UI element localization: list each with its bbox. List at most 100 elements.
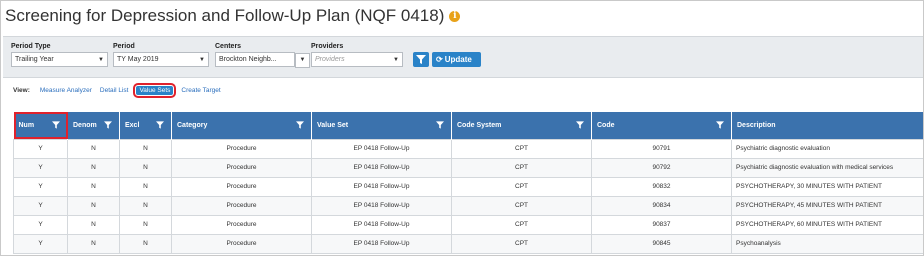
table-cell: EP 0418 Follow-Up (311, 233, 452, 254)
table-row[interactable]: Y N N Procedure EP 0418 Follow-Up CPT 90834 PSY… (13, 195, 923, 216)
table-cell: Procedure (171, 138, 312, 159)
table-cell: N (67, 138, 120, 159)
table-cell: Y (13, 138, 68, 159)
table-cell: CPT (451, 214, 592, 235)
table-cell: Psychoanalysis (731, 233, 923, 254)
table-row[interactable]: Y N N Procedure EP 0418 Follow-Up CPT 90837 PSY… (13, 214, 923, 235)
chevron-down-icon: ▼ (199, 57, 205, 63)
column-header-excl[interactable]: Excl (119, 112, 172, 139)
column-header-label: Value Set (317, 121, 349, 129)
column-header-label: Description (737, 121, 776, 129)
table-cell: N (119, 138, 172, 159)
refresh-icon: ⟳ (436, 55, 443, 64)
table-cell: Procedure (171, 176, 312, 197)
centers-value: Brockton Neighb... (219, 56, 277, 63)
column-header-label: Excl (125, 121, 140, 129)
update-label: Update (444, 55, 472, 64)
column-header-code-system[interactable]: Code System (451, 112, 592, 139)
table-row[interactable]: Y N N Procedure EP 0418 Follow-Up CPT 90832 PSY… (13, 176, 923, 197)
view-link-value-sets[interactable]: Value Sets (133, 82, 177, 98)
page-title: Screening for Depression and Follow-Up P… (5, 6, 445, 25)
table-cell: N (67, 157, 120, 178)
column-header-code[interactable]: Code (591, 112, 732, 139)
table-cell: Procedure (171, 233, 312, 254)
table-cell: N (119, 195, 172, 216)
table-cell: Procedure (171, 214, 312, 235)
chevron-down-icon: ▼ (98, 57, 104, 63)
column-header-value-set[interactable]: Value Set (311, 112, 452, 139)
table-row[interactable]: Y N N Procedure EP 0418 Follow-Up CPT 90792 Psy… (13, 157, 923, 178)
table-cell: Psychiatric diagnostic evaluation (731, 138, 923, 159)
table-body: Y N N Procedure EP 0418 Follow-Up CPT 90791 Psy… (13, 138, 923, 254)
table-cell: Y (13, 157, 68, 178)
table-cell: CPT (451, 176, 592, 197)
table-cell: N (67, 214, 120, 235)
column-header-label: Code System (457, 121, 502, 129)
funnel-icon[interactable] (716, 121, 724, 129)
table-cell: PSYCHOTHERAPY, 45 MINUTES WITH PATIENT (731, 195, 923, 216)
period-field: Period TY May 2019 ▼ (113, 42, 209, 67)
value-sets-table: Num Denom Excl Category Value Set Code System… (13, 112, 923, 254)
table-cell: CPT (451, 138, 592, 159)
column-header-num[interactable]: Num (13, 112, 68, 139)
funnel-icon[interactable] (436, 121, 444, 129)
funnel-icon[interactable] (296, 121, 304, 129)
funnel-icon[interactable] (52, 121, 60, 129)
table-cell: CPT (451, 233, 592, 254)
view-link-create-target[interactable]: Create Target (181, 87, 220, 94)
centers-field: Centers Brockton Neighb... ▼ (215, 42, 310, 68)
period-type-value: Trailing Year (15, 56, 54, 63)
table-cell: EP 0418 Follow-Up (311, 138, 452, 159)
providers-label: Providers (311, 43, 344, 50)
table-cell: EP 0418 Follow-Up (311, 214, 452, 235)
update-button[interactable]: ⟳ Update (432, 52, 481, 67)
funnel-icon[interactable] (156, 121, 164, 129)
chevron-down-icon: ▼ (393, 57, 399, 63)
view-switcher: View: Measure Analyzer Detail List Value… (13, 82, 229, 98)
table-cell: N (119, 233, 172, 254)
table-cell: EP 0418 Follow-Up (311, 195, 452, 216)
value-sets-table-container: Num Denom Excl Category Value Set Code System… (13, 112, 923, 254)
view-label: View: (13, 86, 30, 94)
table-cell: N (67, 176, 120, 197)
column-header-denom[interactable]: Denom (67, 112, 120, 139)
period-type-label: Period Type (11, 43, 51, 50)
period-select[interactable]: TY May 2019 ▼ (113, 52, 209, 67)
column-header-label: Denom (73, 121, 97, 129)
column-header-label: Code (597, 121, 615, 129)
funnel-icon[interactable] (576, 121, 584, 129)
view-link-measure-analyzer[interactable]: Measure Analyzer (40, 87, 92, 94)
filter-panel: Period Type Trailing Year ▼ Period TY Ma… (3, 36, 923, 78)
table-cell: N (67, 233, 120, 254)
table-cell: Y (13, 233, 68, 254)
table-cell: N (119, 157, 172, 178)
period-type-field: Period Type Trailing Year ▼ (11, 42, 108, 67)
table-cell: PSYCHOTHERAPY, 60 MINUTES WITH PATIENT (731, 214, 923, 235)
info-icon[interactable]: i (449, 10, 461, 22)
column-header-description[interactable]: Description (731, 112, 923, 139)
table-cell: Procedure (171, 195, 312, 216)
table-cell: Psychiatric diagnostic evaluation with m… (731, 157, 923, 178)
filter-button[interactable] (413, 52, 429, 67)
chevron-down-icon[interactable]: ▼ (295, 53, 310, 68)
funnel-icon[interactable] (104, 121, 112, 129)
centers-select[interactable]: Brockton Neighb... ▼ (215, 52, 310, 68)
column-header-category[interactable]: Category (171, 112, 312, 139)
title-row: Screening for Depression and Follow-Up P… (5, 4, 461, 28)
table-cell: EP 0418 Follow-Up (311, 157, 452, 178)
table-cell: Procedure (171, 157, 312, 178)
table-cell: N (119, 176, 172, 197)
period-type-select[interactable]: Trailing Year ▼ (11, 52, 108, 67)
table-cell: 90792 (591, 157, 732, 178)
table-cell: 90845 (591, 233, 732, 254)
table-cell: EP 0418 Follow-Up (311, 176, 452, 197)
table-cell: 90832 (591, 176, 732, 197)
view-link-detail-list[interactable]: Detail List (100, 87, 129, 94)
providers-select[interactable]: Providers ▼ (311, 52, 403, 67)
table-cell: N (67, 195, 120, 216)
period-label: Period (113, 43, 135, 50)
table-cell: CPT (451, 157, 592, 178)
app-window: Screening for Depression and Follow-Up P… (0, 0, 924, 256)
table-row[interactable]: Y N N Procedure EP 0418 Follow-Up CPT 90791 Psy… (13, 138, 923, 159)
table-row[interactable]: Y N N Procedure EP 0418 Follow-Up CPT 90845 Psy… (13, 233, 923, 254)
